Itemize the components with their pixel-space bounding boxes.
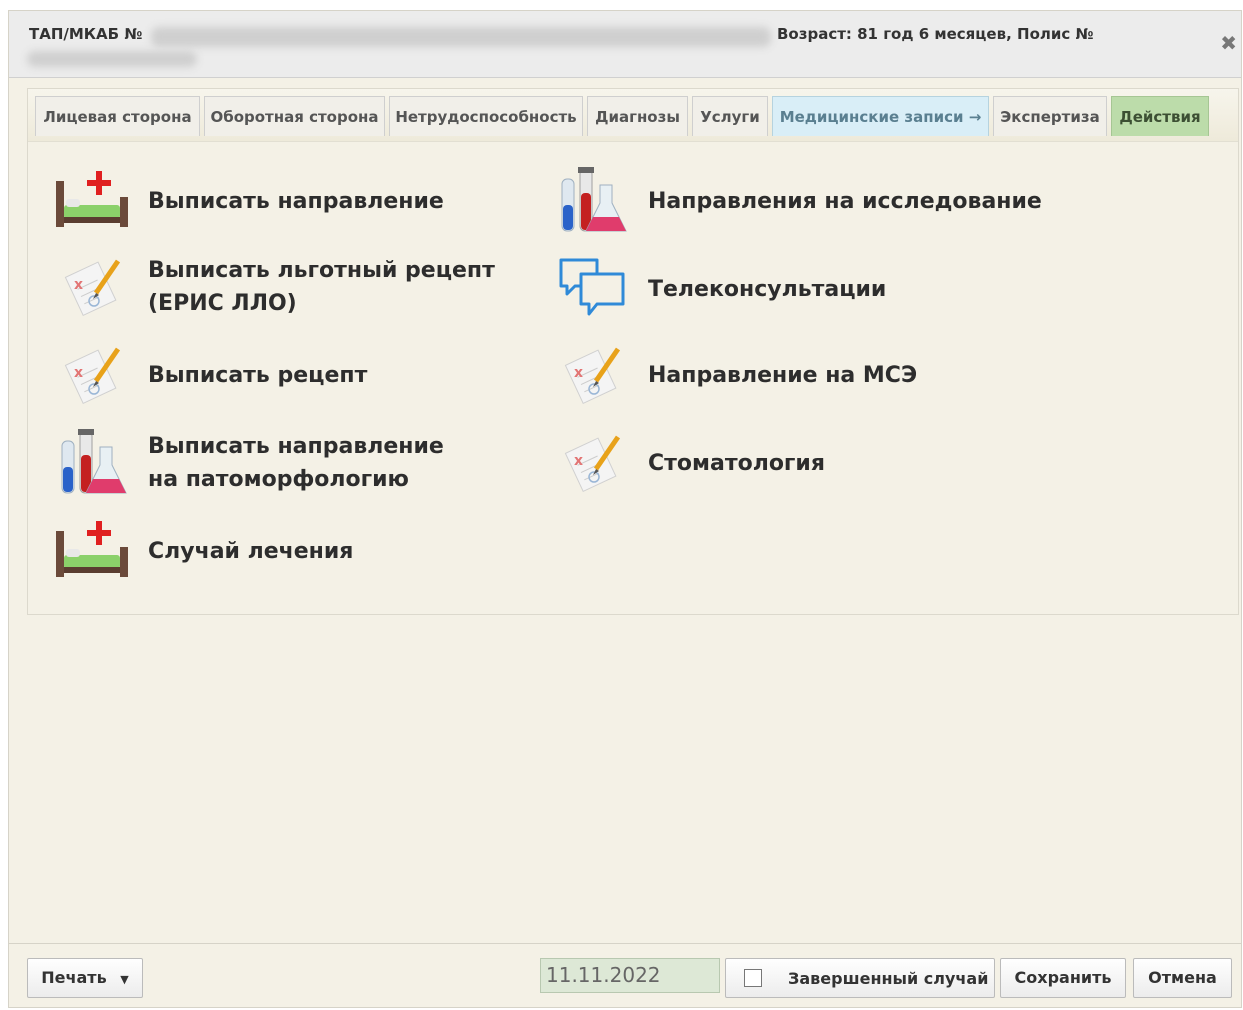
chat-bubbles-icon	[552, 249, 632, 329]
prescription-icon: x	[552, 423, 632, 503]
svg-text:x: x	[74, 277, 83, 293]
print-label: Печать	[41, 968, 107, 987]
action-issue-preferential-prescription[interactable]: x Выписать льготный рецепт (ЕРИС ЛЛО)	[52, 247, 495, 327]
save-button[interactable]: Сохранить	[1000, 958, 1126, 998]
actions-panel: Лицевая сторона Оборотная сторона Нетруд…	[27, 88, 1239, 615]
action-mse-referral[interactable]: x Направление на МСЭ	[552, 335, 917, 415]
action-issue-referral[interactable]: Выписать направление	[52, 161, 444, 241]
tab-front-side[interactable]: Лицевая сторона	[35, 96, 200, 136]
action-label: Выписать рецепт	[148, 362, 368, 388]
action-treatment-case[interactable]: Случай лечения	[52, 511, 353, 591]
svg-text:x: x	[574, 365, 583, 381]
tab-diagnoses[interactable]: Диагнозы	[587, 96, 688, 136]
prescription-icon: x	[52, 247, 132, 327]
action-label: Стоматология	[648, 450, 825, 476]
svg-text:x: x	[74, 365, 83, 381]
action-dentistry[interactable]: x Стоматология	[552, 423, 825, 503]
footer-divider	[9, 943, 1241, 944]
tab-expertise[interactable]: Экспертиза	[993, 96, 1107, 136]
cancel-button[interactable]: Отмена	[1133, 958, 1232, 998]
action-label: Направления на исследование	[648, 188, 1042, 214]
prescription-icon: x	[552, 335, 632, 415]
hospital-bed-icon	[52, 161, 132, 241]
tab-disability[interactable]: Нетрудоспособность	[389, 96, 583, 136]
prescription-icon: x	[52, 335, 132, 415]
dialog-header: ТАП/МКАБ № Возраст: 81 год 6 месяцев, По…	[9, 11, 1241, 78]
hospital-bed-icon	[52, 511, 132, 591]
action-label: Выписать направление на патоморфологию	[148, 434, 444, 492]
action-label: Телеконсультации	[648, 276, 887, 302]
tab-services[interactable]: Услуги	[692, 96, 768, 136]
tap-number-label: ТАП/МКАБ №	[29, 25, 143, 43]
action-label: Направление на МСЭ	[648, 362, 918, 388]
lab-flasks-icon	[52, 423, 132, 503]
print-dropdown-button[interactable]: Печать ▼	[27, 958, 143, 998]
action-label: Выписать льготный рецепт (ЕРИС ЛЛО)	[148, 258, 495, 316]
close-icon[interactable]: ✖	[1220, 31, 1237, 55]
tap-dialog: ТАП/МКАБ № Возраст: 81 год 6 месяцев, По…	[8, 10, 1242, 1008]
tab-medical-records[interactable]: Медицинские записи →	[772, 96, 989, 136]
action-research-referrals[interactable]: Направления на исследование	[552, 161, 1042, 241]
action-pathomorphology-referral[interactable]: Выписать направление на патоморфологию	[52, 423, 444, 503]
completed-case-label: Завершенный случай	[788, 968, 989, 988]
redacted-tap-number	[151, 27, 771, 47]
action-label: Случай лечения	[148, 538, 354, 564]
svg-text:x: x	[574, 453, 583, 469]
action-teleconsultations[interactable]: Телеконсультации	[552, 249, 886, 329]
tab-back-side[interactable]: Оборотная сторона	[204, 96, 385, 136]
caret-down-icon: ▼	[120, 973, 129, 986]
action-label: Выписать направление	[148, 188, 444, 214]
redacted-patient-info	[27, 51, 197, 67]
date-field[interactable]: 11.11.2022	[540, 958, 720, 993]
action-issue-prescription[interactable]: x Выписать рецепт	[52, 335, 367, 415]
completed-case-toggle[interactable]: Завершенный случай	[725, 958, 995, 998]
completed-case-checkbox[interactable]	[744, 969, 762, 987]
lab-flasks-icon	[552, 161, 632, 241]
tab-bar: Лицевая сторона Оборотная сторона Нетруд…	[28, 89, 1238, 142]
tab-actions[interactable]: Действия	[1111, 96, 1209, 136]
patient-age-policy: Возраст: 81 год 6 месяцев, Полис №	[777, 25, 1094, 43]
